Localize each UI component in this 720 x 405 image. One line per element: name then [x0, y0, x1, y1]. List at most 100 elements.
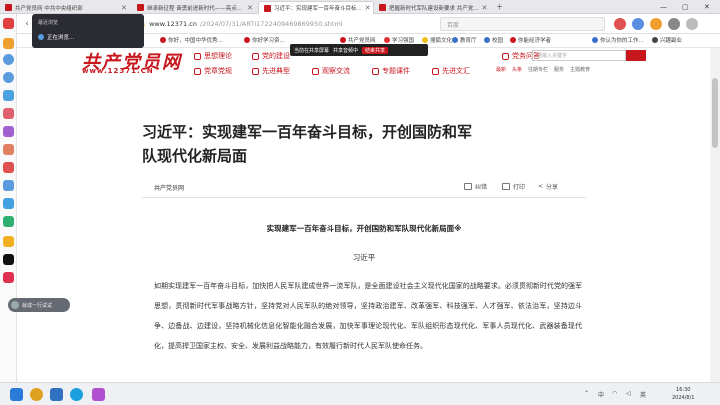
site-favicon-icon — [379, 4, 386, 11]
clock-time: 16:30 — [676, 387, 691, 393]
sidebar-image-icon[interactable] — [3, 108, 14, 119]
bookmark-item[interactable]: 你认为你的工作… — [592, 36, 644, 44]
tray-chevron-icon[interactable]: ⌃ — [584, 390, 589, 397]
bookmark-item[interactable]: 校园 — [484, 36, 503, 44]
scrollbar[interactable] — [710, 48, 720, 382]
photos-icon[interactable] — [50, 388, 63, 401]
share-button[interactable]: < 分享 — [538, 182, 558, 191]
sidebar-compass-icon[interactable] — [3, 54, 14, 65]
close-icon[interactable]: ✕ — [482, 4, 488, 12]
bookmark-item[interactable]: 你能经济学者 — [510, 36, 551, 44]
volume-icon[interactable]: ◁ — [626, 390, 631, 397]
chrome-icon[interactable] — [30, 388, 43, 401]
bookmark-item[interactable]: 兴趣副业 — [652, 36, 682, 44]
popup-item[interactable]: 正在浏览... — [38, 33, 74, 41]
top-link[interactable]: 头条 — [512, 66, 522, 73]
report-icon — [464, 183, 472, 190]
site-search-button[interactable] — [626, 50, 646, 61]
bookmark-item[interactable]: 共产党员网 — [340, 36, 376, 44]
sidebar-mail-icon[interactable] — [3, 90, 14, 101]
account-icon[interactable] — [632, 18, 644, 30]
sidebar-share-icon[interactable] — [3, 180, 14, 191]
network-icon[interactable]: ◠ — [612, 390, 617, 397]
sidebar-history-icon[interactable] — [3, 72, 14, 83]
avatar — [11, 301, 19, 309]
language-indicator[interactable]: 英 — [640, 390, 646, 399]
nav-icon — [502, 52, 509, 60]
site-favicon-icon — [5, 4, 12, 11]
popup-header-text: 最近浏览 — [38, 19, 59, 26]
close-icon[interactable]: ✕ — [247, 4, 253, 12]
sidebar-pdf-icon[interactable] — [3, 144, 14, 155]
site-search-input[interactable]: 请输入关键字 — [532, 50, 626, 61]
print-button[interactable]: 打印 — [502, 182, 525, 191]
web-page: 共产党员网 www.12371.CN 思想理论 党的建设 党务问答 党章党规 先… — [18, 48, 710, 382]
article-author: 习近平 — [352, 253, 376, 262]
print-icon — [502, 183, 510, 190]
bookmark-item[interactable]: 你好，中国中华优秀... — [160, 36, 223, 44]
downloads-icon[interactable] — [650, 18, 662, 30]
bookmark-item[interactable]: 你好学习资… — [244, 36, 285, 44]
top-link[interactable]: 主题教育 — [570, 66, 590, 73]
tab-2[interactable]: 继承新征程 奋勇前进新时代——亮点... ✕ — [132, 1, 258, 14]
tab-1[interactable]: 共产党员网 中共中央组织部 ✕ — [0, 1, 132, 14]
top-link[interactable]: 服务 — [554, 66, 564, 73]
article-body: 如期实现建军一百年奋斗目标，加快把人民军队建成世界一流军队，是全面建设社会主义现… — [154, 282, 582, 350]
nav2-item-1[interactable]: 党章党规 — [194, 66, 232, 76]
taskbar: ⌃ 中 ◠ ◁ 英 16:30 2024/8/1 — [0, 382, 720, 405]
bookmark-item[interactable]: 教育厅 — [452, 36, 477, 44]
sidebar-logo-icon[interactable] — [3, 18, 14, 29]
new-tab-button[interactable]: ＋ — [496, 0, 503, 14]
scrollbar-thumb[interactable] — [712, 78, 718, 148]
bookmark-favicon-icon — [592, 37, 598, 43]
close-window-button[interactable]: ✕ — [704, 0, 710, 14]
bookmark-favicon-icon — [340, 37, 346, 43]
sidebar-star-icon[interactable] — [3, 38, 14, 49]
clock[interactable]: 16:30 2024/8/1 — [672, 386, 694, 402]
start-icon[interactable] — [10, 388, 23, 401]
tab-4[interactable]: 把握新时代军队建设新要求 共产党... ✕ — [374, 1, 492, 14]
bookmark-item[interactable]: 搜狐文化 — [422, 36, 452, 44]
app-icon[interactable] — [92, 388, 105, 401]
assistant-bubble[interactable]: 就成一行试试 — [8, 298, 70, 312]
nav-item-2[interactable]: 党的建设 — [252, 51, 290, 61]
sidebar-translate-icon[interactable] — [3, 198, 14, 209]
article-headline: 习近平：实现建军一百年奋斗目标，开创国防和军队现代化新局面 — [142, 123, 473, 165]
nav-item-1[interactable]: 思想理论 — [194, 51, 232, 61]
maximize-button[interactable]: ▢ — [682, 0, 689, 14]
search-input[interactable]: 百度 — [440, 17, 605, 31]
search-placeholder: 百度 — [447, 21, 460, 29]
share-icon: < — [538, 183, 544, 190]
report-error-button[interactable]: 纠错 — [464, 182, 487, 191]
close-icon[interactable]: ✕ — [365, 4, 371, 12]
nav2-item-4[interactable]: 专题课件 — [372, 66, 410, 76]
edge-icon[interactable] — [70, 388, 83, 401]
sidebar-game-icon[interactable] — [3, 236, 14, 247]
sidebar-bag-icon[interactable] — [3, 126, 14, 137]
url-field[interactable]: 🔒 www.12371.cn/2024/07/31/ARTI1722409469… — [138, 17, 438, 31]
bookmark-item[interactable]: 学习强国 — [384, 36, 414, 44]
article-source: 共产党员网 — [154, 185, 185, 192]
nav2-item-3[interactable]: 观察交流 — [312, 66, 350, 76]
close-icon[interactable]: ✕ — [121, 4, 127, 12]
nav2-item-2[interactable]: 先进典型 — [252, 66, 290, 76]
top-link[interactable]: 最新 — [496, 66, 506, 73]
menu-icon[interactable] — [686, 18, 698, 30]
extension-icon[interactable] — [614, 18, 626, 30]
sidebar-screen-icon[interactable] — [3, 216, 14, 227]
sidebar-crop-icon[interactable] — [3, 162, 14, 173]
url-domain: www.12371.cn — [149, 20, 197, 28]
tab-3[interactable]: 习近平：实现建军一百年奋斗目标... ✕ — [258, 1, 374, 14]
tab-title: 继承新征程 奋勇前进新时代——亮点... — [147, 5, 242, 12]
sidebar-video-icon[interactable] — [3, 272, 14, 283]
nav2-item-5[interactable]: 先进文汇 — [432, 66, 470, 76]
ime-indicator[interactable]: 中 — [598, 390, 604, 399]
settings-icon[interactable] — [668, 18, 680, 30]
nav-icon — [312, 67, 319, 75]
top-link[interactable]: 往期专栏 — [528, 66, 548, 73]
minimize-button[interactable]: — — [660, 0, 667, 14]
audio-status: 共享音频中 — [333, 47, 359, 54]
stop-share-button[interactable]: 结束共享 — [362, 46, 389, 54]
sidebar-tiktok-icon[interactable] — [3, 254, 14, 265]
screen-share-bar: 当前在共享屏幕 共享音频中 结束共享 — [290, 44, 428, 56]
